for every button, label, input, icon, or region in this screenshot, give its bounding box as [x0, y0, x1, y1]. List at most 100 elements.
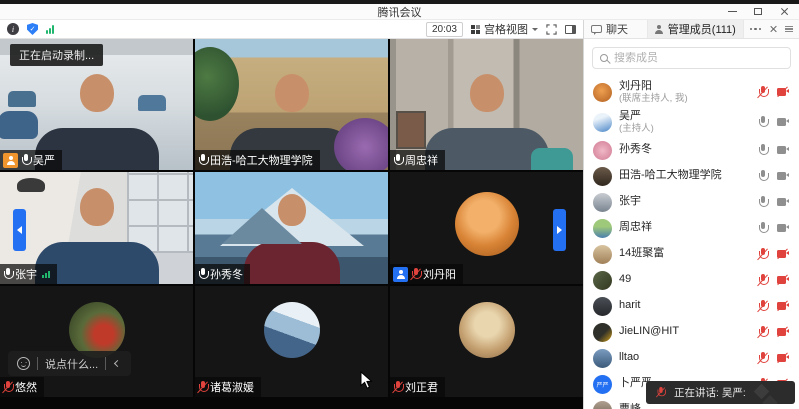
participant-label: 刘正君	[390, 377, 445, 397]
member-row-jielin[interactable]: JieLIN@HIT	[593, 319, 790, 345]
mic-on-icon[interactable]	[758, 196, 767, 209]
chat-input-placeholder[interactable]: 说点什么...	[45, 356, 98, 372]
member-row-tianhao[interactable]: 田浩-哈工大物理学院	[593, 163, 790, 189]
member-row-wuyan[interactable]: 吴严(主持人)	[593, 107, 790, 137]
camera-off-icon[interactable]	[777, 250, 789, 258]
speaking-toast-text: 正在讲话: 吴严:	[674, 385, 746, 400]
participant-name: 刘丹阳	[423, 266, 456, 282]
camera-on-icon[interactable]	[777, 118, 789, 126]
mic-on-icon	[3, 268, 12, 281]
mic-muted-icon[interactable]	[758, 274, 767, 287]
video-tile-sunxiudong[interactable]: 孙秀冬	[195, 172, 388, 284]
camera-on-icon[interactable]	[777, 224, 789, 232]
camera-off-icon[interactable]	[777, 88, 789, 96]
member-name: JieLIN@HIT	[619, 325, 751, 338]
mic-on-icon[interactable]	[758, 222, 767, 235]
participant-label: 吴严	[0, 150, 62, 170]
participant-label: 诸葛淑媛	[195, 377, 261, 397]
carousel-prev-button[interactable]	[13, 209, 26, 251]
member-row-14banjufu[interactable]: 14班聚富	[593, 241, 790, 267]
mic-muted-icon[interactable]	[758, 326, 767, 339]
avatar	[593, 141, 612, 160]
carousel-next-button[interactable]	[553, 209, 566, 251]
search-area	[584, 39, 799, 75]
camera-off-icon[interactable]	[777, 354, 789, 362]
more-button[interactable]	[750, 28, 761, 30]
member-row-zhangyu[interactable]: 张宇	[593, 189, 790, 215]
member-row-harit[interactable]: harit	[593, 293, 790, 319]
member-name: 张宇	[619, 195, 751, 208]
avatar	[593, 297, 612, 316]
camera-on-icon[interactable]	[777, 198, 789, 206]
tab-members[interactable]: 管理成员(111)	[648, 20, 744, 38]
mic-muted-icon	[198, 381, 207, 394]
tab-chat-label: 聊天	[606, 21, 628, 37]
participant-name: 诸葛淑媛	[210, 379, 254, 395]
network-signal-icon[interactable]	[46, 25, 54, 34]
member-row-liudanyang[interactable]: 刘丹阳(联席主持人, 我)	[593, 77, 790, 107]
mic-on-icon[interactable]	[758, 116, 767, 129]
panel-close-button[interactable]	[769, 25, 777, 33]
maximize-icon	[754, 8, 762, 15]
mic-on-icon[interactable]	[758, 144, 767, 157]
mic-muted-icon[interactable]	[758, 86, 767, 99]
camera-off-icon[interactable]	[777, 302, 789, 310]
avatar	[593, 167, 612, 186]
video-tile-tianhao[interactable]: 田浩-哈工大物理学院	[195, 39, 388, 170]
quick-chat-bar[interactable]: 说点什么...	[8, 351, 131, 376]
avatar	[593, 113, 612, 132]
video-tile-liuzhengjun[interactable]: 刘正君	[390, 286, 583, 397]
panel-menu-button[interactable]	[785, 26, 793, 33]
meeting-info-icon[interactable]: i	[7, 23, 19, 35]
mic-muted-icon[interactable]	[758, 352, 767, 365]
video-tile-zhouzhongxiang[interactable]: 周忠祥	[390, 39, 583, 170]
camera-off-icon[interactable]	[777, 276, 789, 284]
minimize-button[interactable]	[719, 4, 745, 19]
avatar	[593, 193, 612, 212]
maximize-button[interactable]	[745, 4, 771, 19]
member-name: 吴严	[619, 110, 751, 123]
minimize-icon	[728, 11, 737, 12]
host-badge	[3, 153, 18, 168]
participant-label: 孙秀冬	[195, 264, 250, 284]
member-name: 14班聚富	[619, 247, 751, 260]
members-panel: 聊天 管理成员(111)	[583, 20, 799, 409]
member-row-zhouzhongxiang[interactable]: 周忠祥	[593, 215, 790, 241]
mic-muted-icon[interactable]	[758, 248, 767, 261]
grid-view-button[interactable]: 宫格视图	[471, 21, 538, 37]
tab-chat[interactable]: 聊天	[584, 20, 648, 38]
search-input[interactable]	[614, 52, 783, 64]
member-name: harit	[619, 299, 751, 312]
close-button[interactable]	[771, 4, 797, 19]
camera-on-icon[interactable]	[777, 172, 789, 180]
member-row-sunxiudong[interactable]: 孙秀冬	[593, 137, 790, 163]
arrow-left-icon	[17, 226, 22, 234]
title-bar: 腾讯会议	[0, 4, 799, 20]
video-tile-zhangyu[interactable]: 张宇	[0, 172, 193, 284]
participant-name: 孙秀冬	[210, 266, 243, 282]
member-name: 周忠祥	[619, 221, 751, 234]
emoji-icon[interactable]	[17, 357, 30, 370]
camera-on-icon[interactable]	[777, 146, 789, 154]
avatar	[593, 271, 612, 290]
camera-off-icon[interactable]	[777, 328, 789, 336]
mic-on-icon[interactable]	[758, 170, 767, 183]
mic-muted-icon	[393, 381, 402, 394]
video-tile-youran[interactable]: 悠然	[0, 286, 193, 397]
participant-name: 田浩-哈工大物理学院	[210, 152, 313, 168]
divider	[105, 357, 106, 370]
member-row-lltao[interactable]: lltao	[593, 345, 790, 371]
divider	[37, 357, 38, 370]
collapse-chevron-icon[interactable]	[114, 360, 121, 367]
search-box[interactable]	[592, 47, 791, 69]
fullscreen-button[interactable]	[546, 24, 557, 35]
meeting-window: 腾讯会议 i ✓ 20:03 宫格视图	[0, 0, 799, 409]
mic-muted-icon[interactable]	[758, 300, 767, 313]
avatar	[593, 323, 612, 342]
close-icon	[780, 7, 789, 16]
security-shield-icon[interactable]: ✓	[27, 23, 38, 35]
sidebar-toggle-button[interactable]	[565, 25, 576, 34]
avatar	[593, 349, 612, 368]
member-icon	[655, 25, 664, 34]
member-row-49[interactable]: 49	[593, 267, 790, 293]
